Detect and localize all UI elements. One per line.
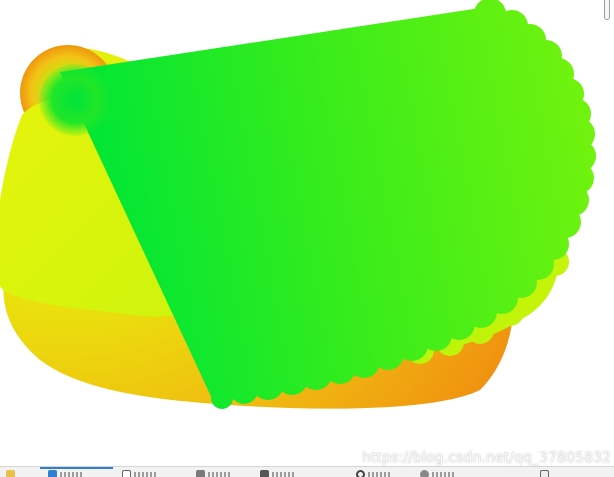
taskbar-item-chart[interactable]	[196, 470, 230, 477]
taskbar-item-label	[208, 472, 230, 477]
taskbar-item-label	[432, 472, 454, 477]
taskbar-item-app[interactable]	[540, 470, 549, 477]
taskbar-item-search[interactable]	[356, 470, 390, 477]
viewport: https://blog.csdn.net/qq_37805832	[0, 0, 614, 477]
taskbar-item-browser[interactable]	[48, 470, 82, 477]
taskbar-item-label	[134, 472, 156, 477]
folder-icon	[6, 470, 15, 477]
taskbar-item-folder[interactable]	[6, 470, 15, 477]
taskbar-item-label	[368, 472, 390, 477]
taskbar-item-settings[interactable]	[420, 470, 454, 477]
gradient-shapes-canvas	[0, 0, 596, 409]
taskbar-item-document[interactable]	[122, 470, 156, 477]
search-icon	[356, 470, 365, 477]
taskbar-item-tool[interactable]	[260, 470, 294, 477]
taskbar-item-label	[272, 472, 294, 477]
chart-icon	[196, 470, 205, 477]
document-icon	[122, 470, 131, 477]
scrollbar-thumb[interactable]	[604, 0, 610, 20]
settings-icon	[420, 470, 429, 477]
app-icon	[540, 470, 549, 477]
taskbar-item-label	[60, 472, 82, 477]
taskbar-active-indicator	[40, 467, 113, 469]
tool-icon	[260, 470, 269, 477]
watermark-url: https://blog.csdn.net/qq_37805832	[362, 450, 612, 466]
browser-icon	[48, 470, 57, 477]
taskbar	[0, 466, 614, 477]
